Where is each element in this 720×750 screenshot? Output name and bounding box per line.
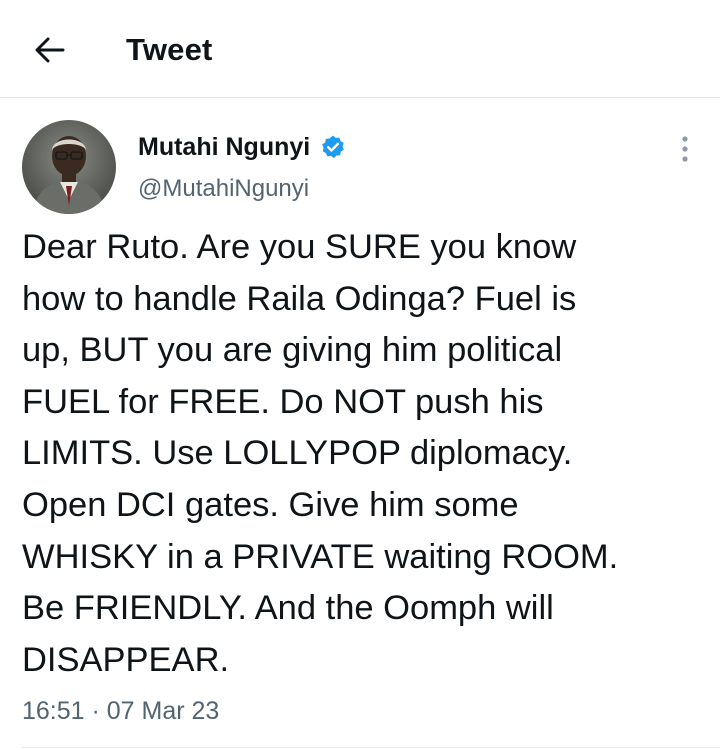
divider <box>22 747 720 748</box>
verified-badge-icon <box>320 134 346 160</box>
more-vertical-icon <box>682 136 688 162</box>
top-bar: Tweet <box>0 0 720 98</box>
tweet-text: Dear Ruto. Are you SURE you know how to … <box>22 228 619 679</box>
avatar-image <box>22 120 116 214</box>
more-options-button[interactable] <box>670 132 700 166</box>
arrow-left-icon <box>35 37 65 63</box>
tweet-timestamp[interactable]: 16:51 · 07 Mar 23 <box>22 694 219 728</box>
author-name[interactable]: Mutahi Ngunyi <box>138 130 346 164</box>
avatar[interactable] <box>22 120 116 214</box>
back-button[interactable] <box>28 30 72 70</box>
author-name-text: Mutahi Ngunyi <box>138 133 311 161</box>
author-handle[interactable]: @MutahiNgunyi <box>138 172 309 206</box>
page-title: Tweet <box>126 32 213 67</box>
